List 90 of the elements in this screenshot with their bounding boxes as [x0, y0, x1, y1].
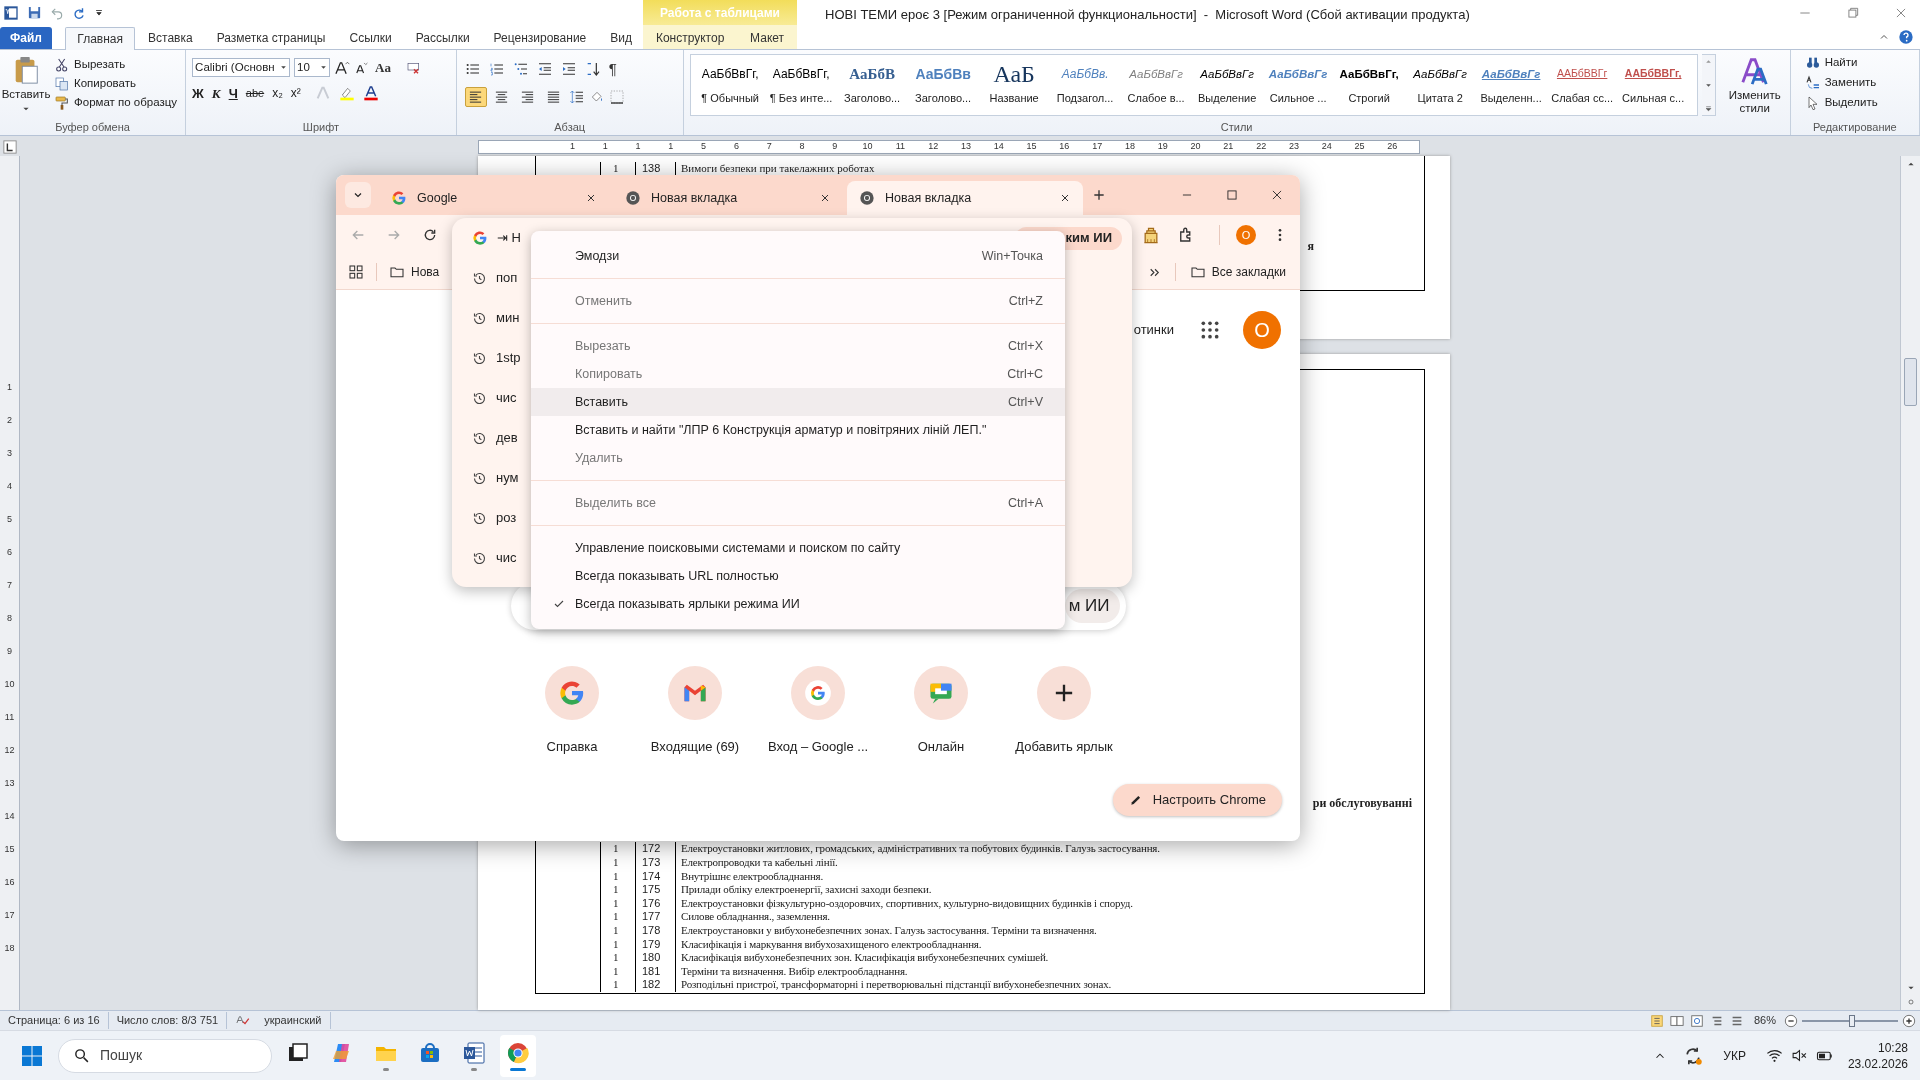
ruler-number: 17	[4, 909, 15, 922]
table-cell: 175	[636, 883, 676, 897]
table-cell: 178	[636, 924, 676, 938]
table-cell: 1	[601, 924, 636, 938]
ruler-number: 7	[7, 579, 12, 592]
ruler-number: 16	[4, 876, 15, 889]
ruler-number: 9	[831, 140, 839, 154]
ruler-number: 6	[7, 546, 12, 559]
table-cell: 177	[636, 910, 676, 925]
ruler-number: 9	[7, 645, 12, 658]
ruler-number: 14	[4, 810, 15, 823]
ruler-number: 3	[7, 447, 12, 460]
ruler-number: 10	[861, 140, 874, 154]
table-cell-text: Класифікація вибухонебезпечних зон. Класифікація вибухонебезпечних сумішей.	[680, 951, 1050, 965]
ruler-number: 11	[4, 711, 15, 724]
ruler-number: 12	[927, 140, 940, 154]
ruler-number: 11	[894, 140, 907, 154]
ruler-number: 19	[1156, 140, 1169, 154]
table-cell: 174	[636, 869, 676, 884]
table-cell-text: Терміни та визначення. Вибір електрообладнання.	[680, 964, 909, 979]
ruler-number: 16	[1058, 140, 1071, 154]
tab-title: Новая вкладка	[885, 189, 973, 207]
ruler-number: 4	[7, 480, 12, 493]
ruler-number: 22	[1255, 140, 1268, 154]
group-label: Стили	[1220, 120, 1253, 136]
table-cell: 1	[601, 896, 636, 911]
table-cell: 179	[636, 937, 676, 952]
group-label: Шрифт	[302, 120, 339, 136]
ruler-number: 5	[7, 513, 12, 526]
ruler-number: 7	[765, 140, 773, 154]
table-cell-text: Силове обладнання., заземлення.	[680, 910, 831, 925]
ruler-number: 26	[1386, 140, 1399, 154]
window-title: НОВІ ТЕМИ ероє 3 [Режим ограниченной функциональности] - Microsoft Word (Сбой активации продукта)	[824, 6, 1471, 24]
table-cell-text: Електропроводки та кабельні лінії.	[680, 856, 839, 870]
ruler-number: 23	[1287, 140, 1300, 154]
table-cell: 1	[601, 856, 636, 870]
table-cell: 176	[636, 896, 676, 911]
tab-title: Google	[417, 189, 459, 207]
table-cell-text: Класифікація і маркування вибухозахищеного електрообладнання.	[680, 937, 983, 952]
ruler-number: 1	[667, 140, 675, 154]
table-text: ри обслуговуванні	[1312, 795, 1412, 813]
table-cell-text: Внутрішнє електрообладнання.	[680, 869, 824, 884]
ruler-number: 13	[959, 140, 972, 154]
ruler-number: 18	[1123, 140, 1136, 154]
table-cell-text: Розподільні пристрої, трансформаторні і перетворювальні підстанції вибухонебезпечних зонах.	[680, 978, 1113, 992]
table-cell: 1	[601, 951, 636, 965]
ruler-number: 1	[634, 140, 642, 154]
ruler-number: 15	[4, 843, 15, 856]
ruler-number: 18	[4, 942, 15, 955]
table-cell: 1	[601, 978, 636, 992]
ruler-number: 6	[732, 140, 740, 154]
table-cell-text: Електроустановки житлових, громадських, адміністративних та побутових будинків. Галузь застосування.	[680, 842, 1161, 857]
table-cell: 180	[636, 951, 676, 965]
table-cell: 1	[601, 869, 636, 884]
table-cell-text: Вимоги безпеки при такелажних роботах	[680, 162, 876, 175]
table-cell: 1	[601, 842, 636, 857]
ruler-number: 14	[992, 140, 1005, 154]
table-cell: 181	[636, 964, 676, 979]
table-cell: 1	[601, 937, 636, 952]
ruler-number: 24	[1320, 140, 1333, 154]
ruler-number: 1	[7, 381, 12, 394]
table-cell: 172	[636, 842, 676, 857]
table-cell-text: Електроустановки у вибухонебезпечних зонах. Галузь застосування. Терміни та визначення.	[680, 924, 1098, 938]
ruler-number: 12	[4, 744, 15, 757]
ruler-number: 15	[1025, 140, 1038, 154]
group-label: Абзац	[554, 120, 586, 136]
ruler-number: 1	[601, 140, 609, 154]
table-cell: 1	[601, 910, 636, 925]
group-label: Редактирование	[1812, 120, 1897, 136]
table-cell: 1	[601, 883, 636, 897]
ruler-number: 8	[798, 140, 806, 154]
ruler-number: 20	[1189, 140, 1202, 154]
ruler-number: 17	[1091, 140, 1104, 154]
table-cell: 1	[601, 964, 636, 979]
ruler-number: 1	[568, 140, 576, 154]
context-group-label: Работа с таблицами	[643, 0, 797, 25]
ruler-number: 25	[1353, 140, 1366, 154]
ruler-number: 8	[7, 612, 12, 625]
ruler-number: 5	[700, 140, 708, 154]
table-cell-text: Електроустановки фізкультурно-оздоровчих, спортивних, культурно-видовищних будинків і споруд.	[680, 896, 1134, 911]
table-cell: 173	[636, 856, 676, 870]
ruler-number: 21	[1222, 140, 1235, 154]
group-label: Буфер обмена	[55, 120, 130, 136]
tab-title: Новая вкладка	[651, 189, 739, 207]
ruler-number: 10	[4, 678, 15, 691]
ruler-number: 2	[7, 414, 12, 427]
table-cell: 182	[636, 978, 676, 992]
table-text: я	[1307, 238, 1314, 255]
table-cell-text: Прилади обліку електроенергії, захисні заходи безпеки.	[680, 883, 933, 897]
ruler-number: 13	[4, 777, 15, 790]
